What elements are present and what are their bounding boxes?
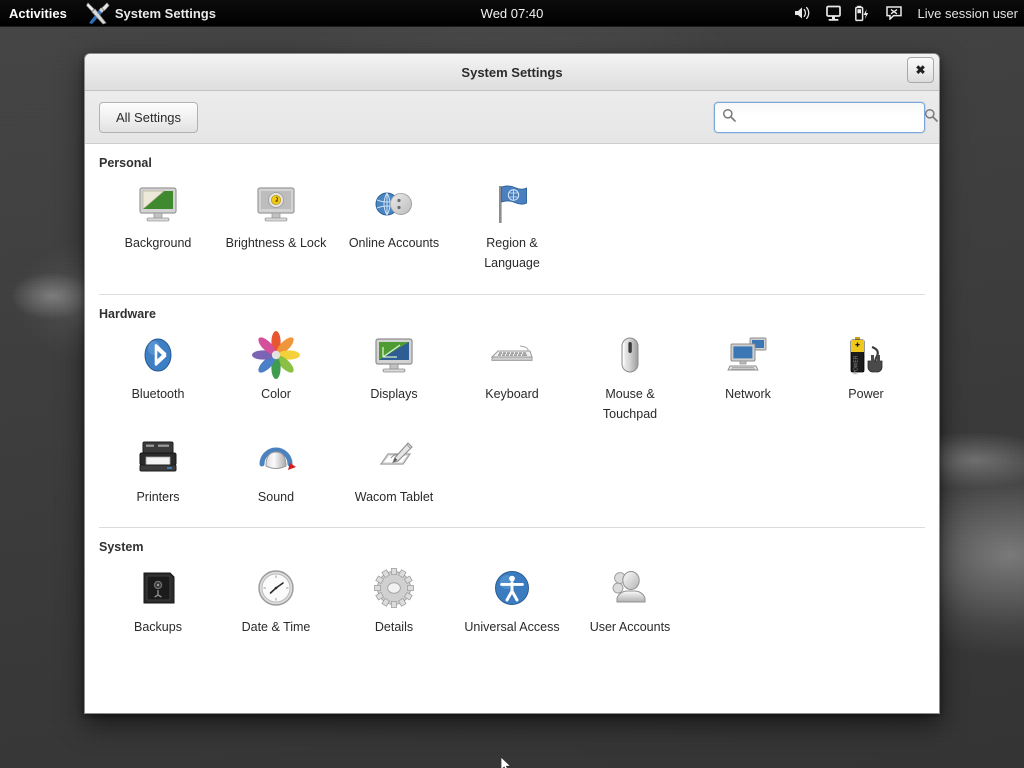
brightness-lock-icon bbox=[252, 180, 300, 228]
tile-power[interactable]: POWER Power bbox=[807, 325, 925, 429]
power-battery-icon: POWER bbox=[842, 331, 890, 379]
tile-label: Online Accounts bbox=[348, 236, 440, 250]
tile-sound[interactable]: Sound bbox=[217, 428, 335, 511]
search-input[interactable] bbox=[736, 103, 924, 132]
tile-label: Displays bbox=[370, 386, 418, 401]
messages-icon[interactable] bbox=[885, 6, 902, 20]
color-flower-icon bbox=[252, 330, 300, 379]
display-icon[interactable] bbox=[825, 5, 841, 22]
search-icon bbox=[722, 108, 736, 127]
status-area[interactable]: Live session user bbox=[793, 5, 1018, 22]
tile-details[interactable]: Details bbox=[335, 558, 453, 641]
close-button[interactable]: ✖ bbox=[907, 57, 934, 83]
tile-label: Backups bbox=[134, 620, 182, 635]
tile-backups[interactable]: Backups bbox=[99, 558, 217, 641]
tile-label: Brightness & Lock bbox=[225, 236, 327, 250]
tile-printers[interactable]: Printers bbox=[99, 428, 217, 511]
tile-universal-access[interactable]: Universal Access bbox=[453, 558, 571, 641]
tile-online-accounts[interactable]: Online Accounts bbox=[335, 174, 453, 278]
tile-color[interactable]: Color bbox=[217, 325, 335, 429]
backups-safe-icon bbox=[134, 564, 182, 612]
tile-label: User Accounts bbox=[589, 620, 671, 635]
window-titlebar[interactable]: System Settings ✖ bbox=[85, 54, 939, 91]
tile-label: Wacom Tablet bbox=[354, 490, 434, 504]
tile-label: Printers bbox=[136, 490, 180, 504]
svg-text:POWER: POWER bbox=[854, 355, 860, 374]
tile-bluetooth[interactable]: Bluetooth bbox=[99, 325, 217, 429]
tile-label: Details bbox=[374, 620, 414, 635]
app-menu-button[interactable]: System Settings bbox=[77, 0, 224, 27]
window-title: System Settings bbox=[461, 64, 563, 80]
tile-label: Keyboard bbox=[485, 386, 539, 401]
tile-wacom-tablet[interactable]: Wacom Tablet bbox=[335, 428, 453, 511]
section-title-hardware: Hardware bbox=[99, 306, 156, 321]
bluetooth-icon bbox=[134, 331, 182, 379]
tile-label: Background bbox=[124, 236, 192, 250]
tile-date-time[interactable]: Date & Time bbox=[217, 558, 335, 641]
tile-keyboard[interactable]: Keyboard bbox=[453, 325, 571, 429]
sound-icon bbox=[252, 434, 300, 482]
tile-label: Sound bbox=[257, 490, 295, 504]
settings-toolbar: All Settings bbox=[85, 91, 939, 144]
universal-access-icon bbox=[488, 564, 536, 612]
all-settings-label: All Settings bbox=[116, 109, 182, 125]
tile-grid-system: Backups Date & Time Details Universal Ac… bbox=[99, 558, 925, 647]
tile-mouse-touchpad[interactable]: Mouse & Touchpad bbox=[571, 325, 689, 429]
tile-background[interactable]: Background bbox=[99, 174, 217, 278]
wacom-tablet-icon bbox=[370, 434, 418, 482]
all-settings-button[interactable]: All Settings bbox=[99, 101, 199, 133]
section-system: System Backups Date & Time Details Unive… bbox=[99, 527, 925, 647]
tile-displays[interactable]: Displays bbox=[335, 325, 453, 429]
keyboard-icon bbox=[488, 331, 536, 379]
activities-button[interactable]: Activities bbox=[0, 0, 77, 27]
tile-brightness-lock[interactable]: Brightness & Lock bbox=[217, 174, 335, 278]
tile-network[interactable]: Network bbox=[689, 325, 807, 429]
tile-user-accounts[interactable]: User Accounts bbox=[571, 558, 689, 641]
user-accounts-icon bbox=[606, 564, 654, 612]
tile-label: Region & Language bbox=[484, 236, 540, 271]
gnome-top-bar: Activities System Settings Wed 07:40 Liv… bbox=[0, 0, 1024, 27]
section-title-system: System bbox=[99, 540, 144, 555]
tile-label: Color bbox=[261, 386, 291, 401]
mouse-icon bbox=[606, 331, 654, 379]
tile-label: Network bbox=[725, 386, 771, 401]
user-menu-label[interactable]: Live session user bbox=[918, 6, 1018, 21]
section-hardware: Hardware Bluetooth Color Displays Keyboa… bbox=[99, 293, 925, 518]
background-monitor-icon bbox=[134, 180, 182, 228]
online-accounts-icon bbox=[370, 180, 418, 228]
section-personal: Personal Background Brightness & Lock On… bbox=[99, 144, 925, 284]
tile-label: Date & Time bbox=[241, 620, 311, 635]
clock-icon bbox=[252, 564, 300, 612]
system-settings-window: System Settings ✖ All Settings Personal … bbox=[84, 53, 940, 714]
section-title-personal: Personal bbox=[99, 156, 152, 170]
close-icon: ✖ bbox=[915, 63, 926, 77]
tile-region-language[interactable]: Region & Language bbox=[453, 174, 571, 278]
tile-label: Power bbox=[848, 386, 884, 401]
settings-content: Personal Background Brightness & Lock On… bbox=[85, 144, 939, 713]
region-language-flag-icon bbox=[488, 180, 536, 228]
tile-grid-hardware: Bluetooth Color Displays Keyboard Mouse … bbox=[99, 325, 925, 518]
search-box[interactable] bbox=[714, 102, 938, 133]
tile-label: Bluetooth bbox=[131, 386, 185, 401]
gear-icon bbox=[370, 564, 418, 612]
displays-icon bbox=[370, 331, 418, 379]
network-icon bbox=[724, 331, 772, 379]
battery-charging-icon[interactable] bbox=[854, 5, 872, 22]
tile-label: Universal Access bbox=[464, 620, 560, 635]
tools-icon bbox=[85, 1, 111, 25]
tile-label: Mouse & Touchpad bbox=[602, 386, 658, 421]
volume-icon[interactable] bbox=[793, 5, 812, 21]
tile-grid-personal: Background Brightness & Lock Online Acco… bbox=[99, 174, 925, 284]
printer-icon bbox=[134, 434, 182, 482]
search-go-icon[interactable] bbox=[924, 108, 938, 127]
app-menu-label: System Settings bbox=[114, 5, 216, 21]
